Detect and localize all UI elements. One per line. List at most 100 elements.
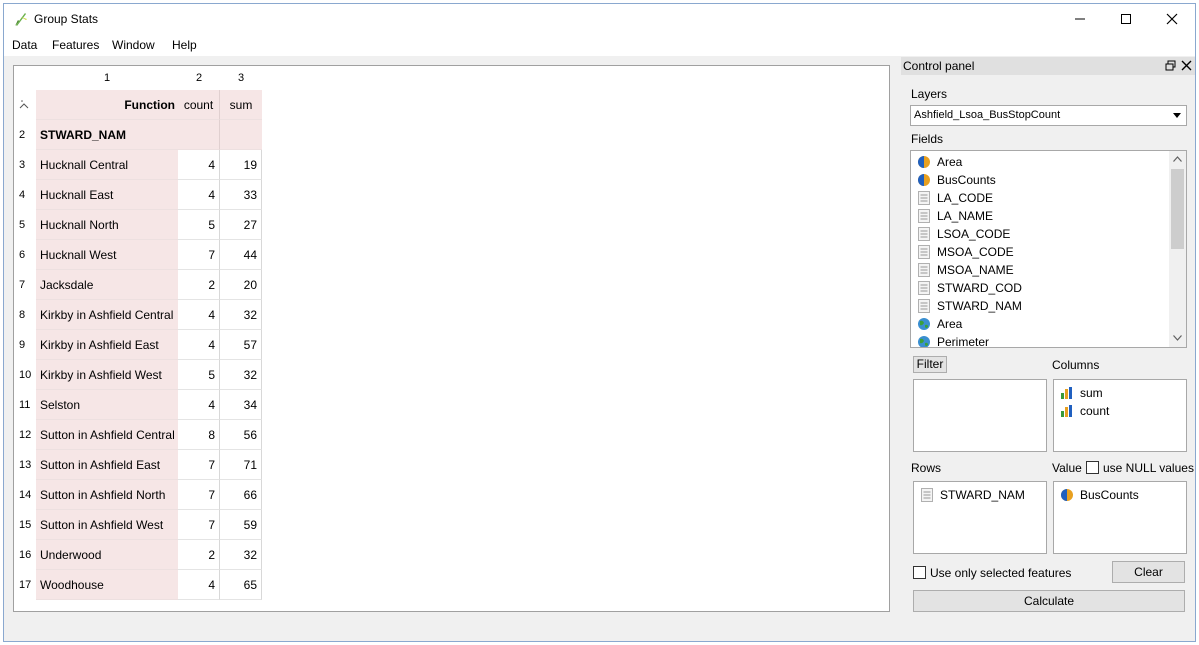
columns-label: Columns xyxy=(1052,358,1100,372)
scrollbar-thumb[interactable] xyxy=(1171,169,1184,249)
field-list-item[interactable]: BusCounts xyxy=(917,171,996,189)
count-cell: 7 xyxy=(178,480,220,510)
sum-header-cell: sum xyxy=(220,90,262,120)
calculate-button[interactable]: Calculate xyxy=(913,590,1185,612)
row-number[interactable]: 13 xyxy=(14,450,36,480)
group-label-cell: STWARD_NAM xyxy=(36,120,178,150)
menu-features[interactable]: Features xyxy=(52,38,99,52)
use-null-label: use NULL values xyxy=(1103,461,1194,475)
row-number[interactable]: 10 xyxy=(14,360,36,390)
scroll-down-icon[interactable] xyxy=(1173,335,1182,341)
value-field: BusCounts xyxy=(1080,488,1139,502)
columns-list[interactable]: sum count xyxy=(1053,379,1187,452)
layers-combobox[interactable]: Ashfield_Lsoa_BusStopCount xyxy=(910,105,1187,126)
field-list-item[interactable]: LSOA_CODE xyxy=(917,225,1010,243)
ward-name-cell: Hucknall Central xyxy=(36,150,178,180)
row-field: STWARD_NAM xyxy=(940,488,1025,502)
menu-bar: Data Features Window Help xyxy=(4,34,1195,56)
fields-scrollbar[interactable] xyxy=(1169,151,1186,347)
ward-name-cell: Jacksdale xyxy=(36,270,178,300)
column-header-3[interactable]: 3 xyxy=(220,66,262,89)
row-number[interactable]: 15 xyxy=(14,510,36,540)
row-number[interactable]: 2 xyxy=(14,120,36,150)
field-list-item[interactable]: STWARD_NAM xyxy=(917,297,1022,315)
empty-cell xyxy=(178,120,220,150)
count-cell: 5 xyxy=(178,360,220,390)
row-number[interactable]: 16 xyxy=(14,540,36,570)
list-item[interactable]: count xyxy=(1060,402,1109,420)
row-number[interactable]: 4 xyxy=(14,180,36,210)
row-number[interactable]: 8 xyxy=(14,300,36,330)
empty-cell xyxy=(220,120,262,150)
value-list[interactable]: BusCounts xyxy=(1053,481,1187,554)
float-panel-icon[interactable] xyxy=(1165,60,1176,71)
row-number[interactable]: 9 xyxy=(14,330,36,360)
field-name: STWARD_NAM xyxy=(937,299,1022,313)
field-name: BusCounts xyxy=(937,173,996,187)
row-number[interactable]: 17 xyxy=(14,570,36,600)
ward-name-cell: Sutton in Ashfield East xyxy=(36,450,178,480)
ward-name-cell: Hucknall West xyxy=(36,240,178,270)
row-number[interactable]: 7 xyxy=(14,270,36,300)
field-list-item[interactable]: Area xyxy=(917,153,962,171)
row-number[interactable]: 5 xyxy=(14,210,36,240)
numeric-icon xyxy=(1061,489,1073,501)
maximize-button[interactable] xyxy=(1103,4,1149,34)
field-list-item[interactable]: Perimeter xyxy=(917,333,989,347)
field-list-item[interactable]: MSOA_NAME xyxy=(917,261,1014,279)
scroll-up-icon[interactable] xyxy=(1173,156,1182,162)
layers-combobox-value: Ashfield_Lsoa_BusStopCount xyxy=(914,109,1061,121)
sum-cell: 32 xyxy=(220,300,262,330)
field-list-item[interactable]: Area xyxy=(917,315,962,333)
field-name: STWARD_COD xyxy=(937,281,1022,295)
title-bar: Group Stats xyxy=(4,4,1195,34)
column-count: count xyxy=(1080,404,1110,418)
close-panel-icon[interactable] xyxy=(1181,60,1192,71)
text-field-icon xyxy=(918,209,930,223)
list-item[interactable]: STWARD_NAM xyxy=(920,486,1025,504)
list-item[interactable]: sum xyxy=(1060,384,1103,402)
field-list-item[interactable]: STWARD_COD xyxy=(917,279,1022,297)
column-header-2[interactable]: 2 xyxy=(178,66,220,89)
field-list-item[interactable]: LA_CODE xyxy=(917,189,993,207)
sum-cell: 44 xyxy=(220,240,262,270)
field-name: Area xyxy=(937,317,963,331)
layers-label: Layers xyxy=(911,87,948,101)
minimize-button[interactable] xyxy=(1057,4,1103,34)
field-list-item[interactable]: LA_NAME xyxy=(917,207,993,225)
app-icon xyxy=(15,13,27,26)
menu-data[interactable]: Data xyxy=(12,38,37,52)
sum-cell: 57 xyxy=(220,330,262,360)
row-number[interactable]: 14 xyxy=(14,480,36,510)
fields-list[interactable]: Area BusCounts LA_CODE LA_NAME LSOA_CODE MSOA… xyxy=(910,150,1187,348)
row-number[interactable]: 12 xyxy=(14,420,36,450)
menu-help[interactable]: Help xyxy=(172,38,197,52)
rows-list[interactable]: STWARD_NAM xyxy=(913,481,1047,554)
results-table[interactable]: 1 2 3 Function count sum 2 STWARD_NAM 3H… xyxy=(13,65,890,612)
list-item[interactable]: BusCounts xyxy=(1060,486,1139,504)
filter-list[interactable] xyxy=(913,379,1047,452)
text-field-icon xyxy=(918,227,930,241)
row-number[interactable]: 3 xyxy=(14,150,36,180)
count-cell: 4 xyxy=(178,180,220,210)
value-label: Value xyxy=(1052,461,1082,475)
field-name: LSOA_CODE xyxy=(937,227,1011,241)
menu-window[interactable]: Window xyxy=(112,38,155,52)
filter-button[interactable]: Filter xyxy=(913,356,947,373)
selected-only-checkbox[interactable] xyxy=(913,566,926,579)
globe-icon xyxy=(918,318,930,330)
sum-cell: 66 xyxy=(220,480,262,510)
row-number[interactable]: 11 xyxy=(14,390,36,420)
column-header-1[interactable]: 1 xyxy=(36,66,178,89)
field-list-item[interactable]: MSOA_CODE xyxy=(917,243,1014,261)
count-cell: 2 xyxy=(178,270,220,300)
clear-button[interactable]: Clear xyxy=(1112,561,1185,583)
ward-name-cell: Underwood xyxy=(36,540,178,570)
use-null-checkbox[interactable] xyxy=(1086,461,1099,474)
close-button[interactable] xyxy=(1149,4,1195,34)
text-field-icon xyxy=(921,488,933,502)
count-cell: 2 xyxy=(178,540,220,570)
ward-name-cell: Sutton in Ashfield West xyxy=(36,510,178,540)
window-title: Group Stats xyxy=(34,12,99,26)
row-number[interactable]: 6 xyxy=(14,240,36,270)
